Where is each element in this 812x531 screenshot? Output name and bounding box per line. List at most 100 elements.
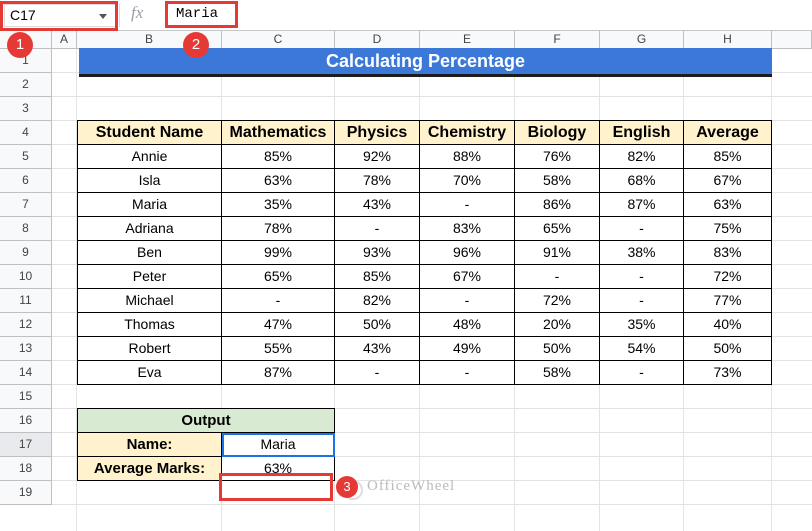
row-header-5[interactable]: 5	[0, 145, 52, 169]
score-cell[interactable]: 43%	[335, 337, 420, 361]
student-name-cell[interactable]: Peter	[77, 265, 222, 289]
score-cell[interactable]: 49%	[420, 337, 515, 361]
student-name-cell[interactable]: Maria	[77, 193, 222, 217]
table-header-cell[interactable]: Mathematics	[222, 120, 335, 145]
table-header-cell[interactable]: English	[600, 120, 684, 145]
student-name-cell[interactable]: Michael	[77, 289, 222, 313]
row-header-6[interactable]: 6	[0, 169, 52, 193]
column-header-a[interactable]: A	[52, 31, 77, 49]
score-cell[interactable]: 68%	[600, 169, 684, 193]
score-cell[interactable]: 82%	[600, 145, 684, 169]
score-cell[interactable]: 85%	[335, 265, 420, 289]
score-cell[interactable]: 77%	[684, 289, 772, 313]
score-cell[interactable]: 72%	[515, 289, 600, 313]
score-cell[interactable]: -	[515, 265, 600, 289]
row-header-18[interactable]: 18	[0, 457, 52, 481]
score-cell[interactable]: 99%	[222, 241, 335, 265]
column-header-d[interactable]: D	[335, 31, 420, 49]
score-cell[interactable]: 78%	[222, 217, 335, 241]
score-cell[interactable]: 82%	[335, 289, 420, 313]
score-cell[interactable]: 48%	[420, 313, 515, 337]
name-label[interactable]: Name:	[77, 433, 222, 457]
score-cell[interactable]: 20%	[515, 313, 600, 337]
output-header[interactable]: Output	[77, 408, 335, 433]
row-header-4[interactable]: 4	[0, 121, 52, 145]
score-cell[interactable]: 83%	[684, 241, 772, 265]
score-cell[interactable]: 85%	[684, 145, 772, 169]
score-cell[interactable]: 78%	[335, 169, 420, 193]
row-header-17[interactable]: 17	[0, 433, 52, 457]
score-cell[interactable]: 92%	[335, 145, 420, 169]
score-cell[interactable]: 58%	[515, 361, 600, 385]
row-header-11[interactable]: 11	[0, 289, 52, 313]
score-cell[interactable]: 47%	[222, 313, 335, 337]
score-cell[interactable]: 73%	[684, 361, 772, 385]
score-cell[interactable]: 67%	[420, 265, 515, 289]
column-header-e[interactable]: E	[420, 31, 515, 49]
student-name-cell[interactable]: Annie	[77, 145, 222, 169]
student-name-cell[interactable]: Ben	[77, 241, 222, 265]
score-cell[interactable]: 65%	[222, 265, 335, 289]
score-cell[interactable]: 35%	[600, 313, 684, 337]
score-cell[interactable]: 50%	[515, 337, 600, 361]
score-cell[interactable]: 83%	[420, 217, 515, 241]
score-cell[interactable]: 65%	[515, 217, 600, 241]
score-cell[interactable]: 87%	[222, 361, 335, 385]
student-name-cell[interactable]: Eva	[77, 361, 222, 385]
row-header-13[interactable]: 13	[0, 337, 52, 361]
score-cell[interactable]: 86%	[515, 193, 600, 217]
row-header-19[interactable]: 19	[0, 481, 52, 505]
score-cell[interactable]: -	[420, 193, 515, 217]
row-header-12[interactable]: 12	[0, 313, 52, 337]
student-name-cell[interactable]: Adriana	[77, 217, 222, 241]
score-cell[interactable]: 38%	[600, 241, 684, 265]
student-name-cell[interactable]: Thomas	[77, 313, 222, 337]
column-header-h[interactable]: H	[684, 31, 772, 49]
row-header-8[interactable]: 8	[0, 217, 52, 241]
score-cell[interactable]: 50%	[684, 337, 772, 361]
row-header-15[interactable]: 15	[0, 385, 52, 409]
score-cell[interactable]: -	[222, 289, 335, 313]
score-cell[interactable]: -	[335, 361, 420, 385]
score-cell[interactable]: 76%	[515, 145, 600, 169]
score-cell[interactable]: 72%	[684, 265, 772, 289]
score-cell[interactable]: 58%	[515, 169, 600, 193]
student-name-cell[interactable]: Isla	[77, 169, 222, 193]
score-cell[interactable]: -	[600, 289, 684, 313]
score-cell[interactable]: 43%	[335, 193, 420, 217]
score-cell[interactable]: -	[420, 361, 515, 385]
score-cell[interactable]: 87%	[600, 193, 684, 217]
score-cell[interactable]: 35%	[222, 193, 335, 217]
score-cell[interactable]: 50%	[335, 313, 420, 337]
row-header-10[interactable]: 10	[0, 265, 52, 289]
table-header-cell[interactable]: Chemistry	[420, 120, 515, 145]
score-cell[interactable]: 88%	[420, 145, 515, 169]
average-marks-label[interactable]: Average Marks:	[77, 457, 222, 481]
score-cell[interactable]: 75%	[684, 217, 772, 241]
column-header-c[interactable]: C	[222, 31, 335, 49]
column-header-f[interactable]: F	[515, 31, 600, 49]
row-header-7[interactable]: 7	[0, 193, 52, 217]
table-header-cell[interactable]: Biology	[515, 120, 600, 145]
name-value-cell[interactable]: Maria	[222, 433, 335, 457]
score-cell[interactable]: 85%	[222, 145, 335, 169]
score-cell[interactable]: 40%	[684, 313, 772, 337]
score-cell[interactable]: 55%	[222, 337, 335, 361]
score-cell[interactable]: -	[600, 217, 684, 241]
score-cell[interactable]: 67%	[684, 169, 772, 193]
score-cell[interactable]: 93%	[335, 241, 420, 265]
score-cell[interactable]: 91%	[515, 241, 600, 265]
table-header-cell[interactable]: Physics	[335, 120, 420, 145]
column-header-g[interactable]: G	[600, 31, 684, 49]
row-header-9[interactable]: 9	[0, 241, 52, 265]
row-header-3[interactable]: 3	[0, 97, 52, 121]
score-cell[interactable]: 63%	[222, 169, 335, 193]
score-cell[interactable]: -	[335, 217, 420, 241]
score-cell[interactable]: 63%	[684, 193, 772, 217]
row-header-16[interactable]: 16	[0, 409, 52, 433]
table-header-cell[interactable]: Student Name	[77, 120, 222, 145]
score-cell[interactable]: 96%	[420, 241, 515, 265]
student-name-cell[interactable]: Robert	[77, 337, 222, 361]
score-cell[interactable]: -	[600, 265, 684, 289]
score-cell[interactable]: -	[600, 361, 684, 385]
